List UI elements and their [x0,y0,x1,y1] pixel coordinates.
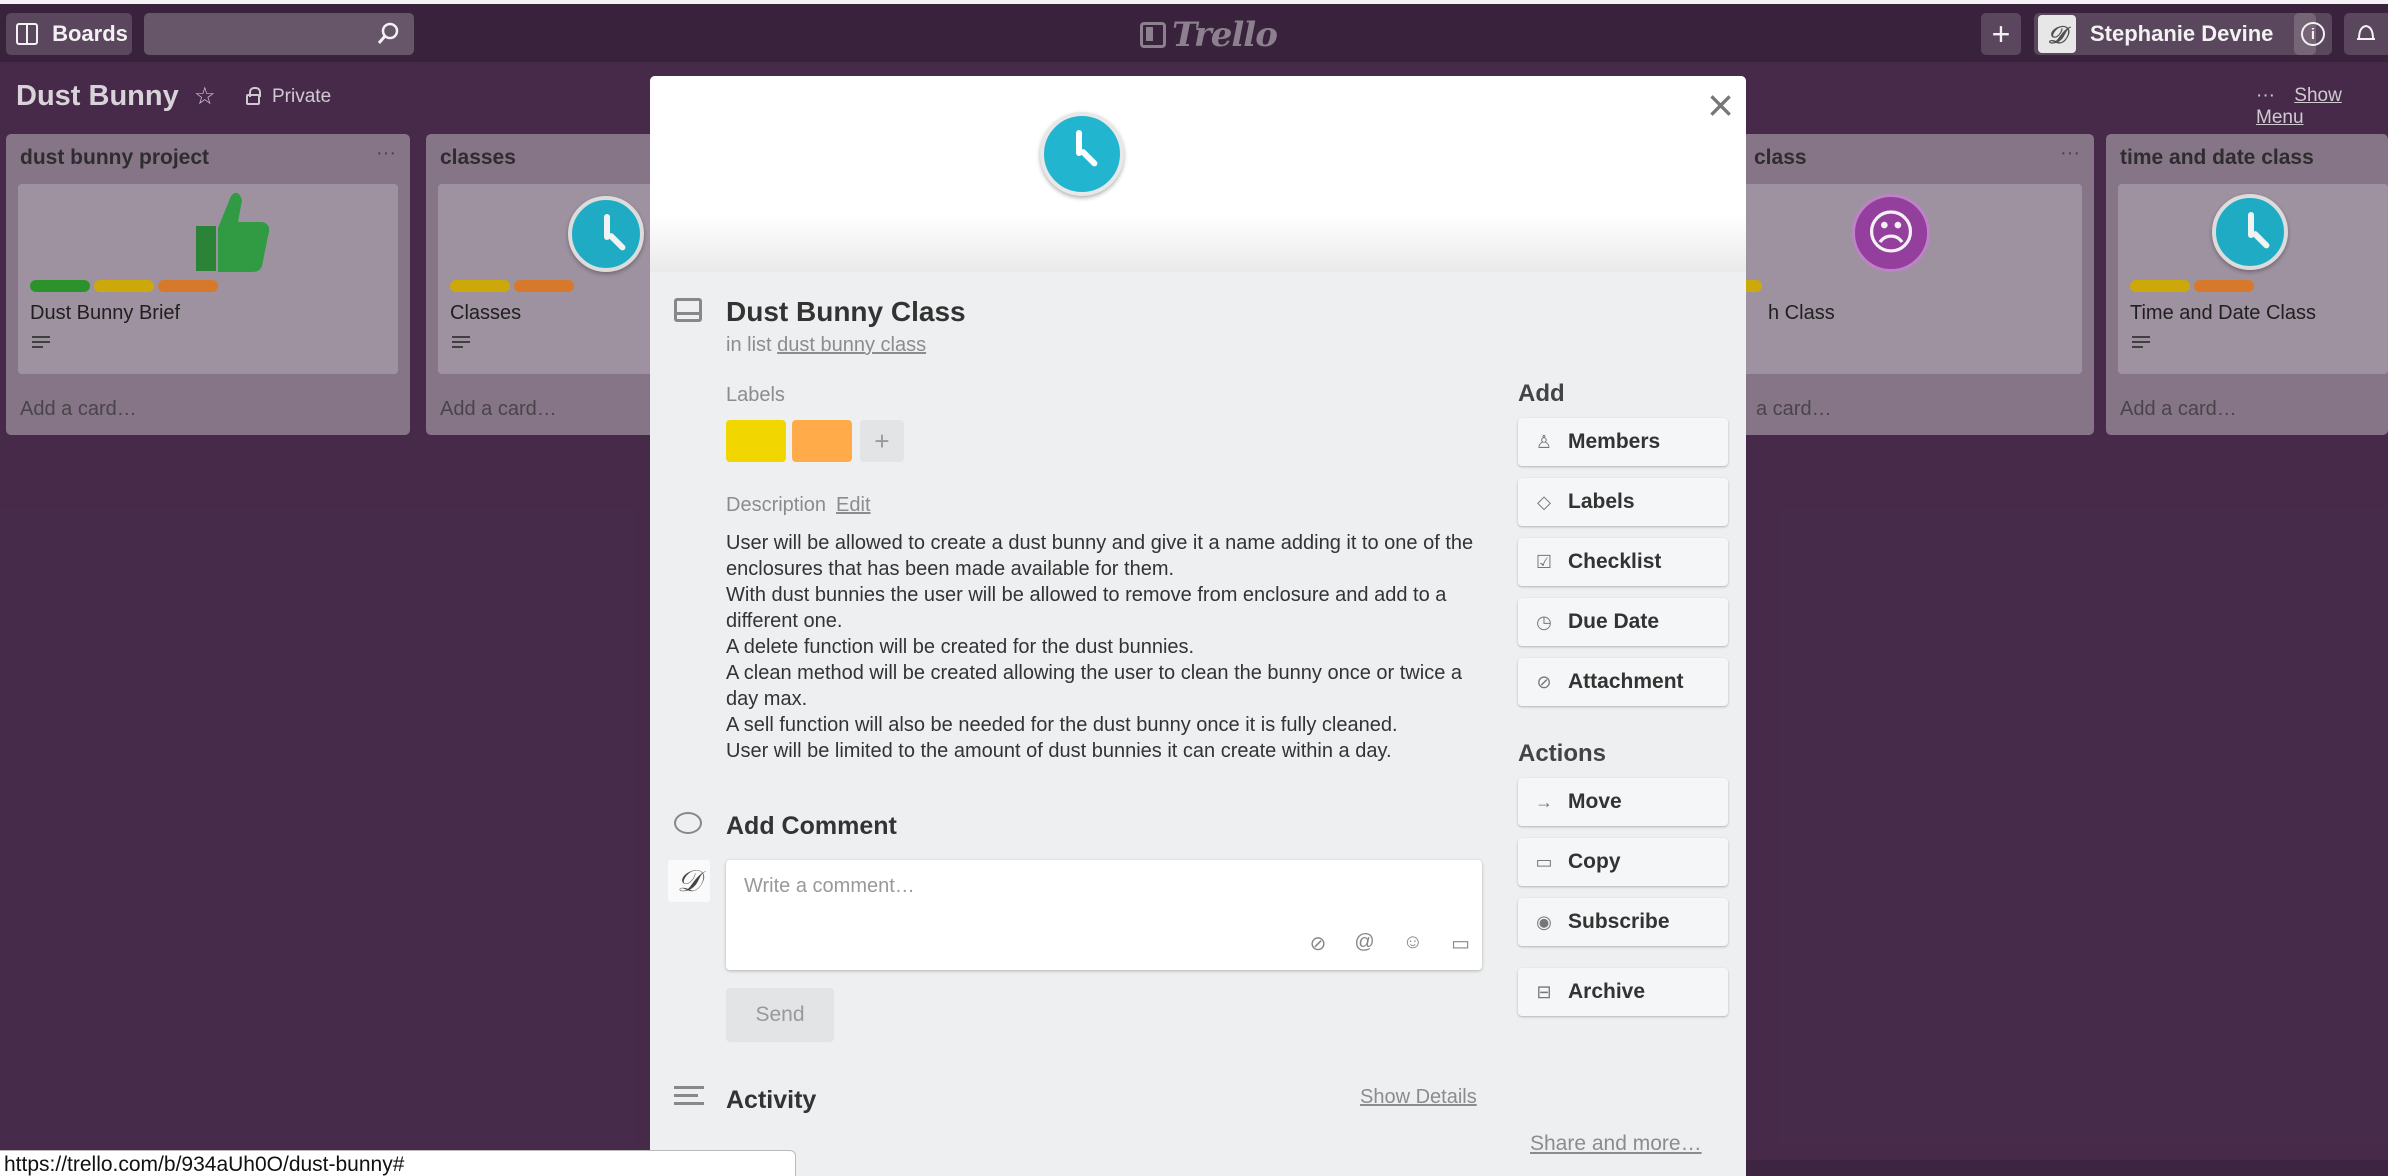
eye-icon: ◉ [1536,911,1552,932]
card-title[interactable]: Dust Bunny Class [726,296,966,328]
arrow-right-icon: → [1535,791,1553,812]
add-label-button[interactable]: + [860,420,904,462]
in-list-link[interactable]: dust bunny class [777,334,926,356]
comment-tools: ⊘ @ ☺ ▭ [1310,931,1470,956]
activity-heading: Activity [726,1086,817,1114]
avatar: 𝒟 [668,860,710,902]
checklist-button[interactable]: ☑ Checklist [1518,538,1728,586]
comment-box: ⊘ @ ☺ ▭ [726,860,1482,970]
label-yellow[interactable] [726,420,786,462]
copy-button[interactable]: ▭ Copy [1518,838,1728,886]
archive-label: Archive [1568,980,1646,1003]
close-icon[interactable]: × [1707,82,1734,128]
status-bar-url: https://trello.com/b/934aUh0O/dust-bunny… [0,1150,796,1176]
description-line: With dust bunnies the user will be allow… [726,584,1447,632]
card-icon [674,298,702,322]
share-and-more-link[interactable]: Share and more… [1530,1132,1702,1156]
members-button[interactable]: ♙ Members [1518,418,1728,466]
comment-input[interactable] [742,874,1442,899]
checklist-icon: ☑ [1535,551,1553,572]
show-details-link[interactable]: Show Details [1360,1086,1477,1109]
attachment-label: Attachment [1568,670,1684,693]
labels-heading: Labels [726,384,785,406]
archive-icon: ⊟ [1536,981,1552,1002]
paperclip-icon: ⊘ [1536,671,1552,692]
clock-icon: ◷ [1536,611,1552,632]
archive-button[interactable]: ⊟ Archive [1518,968,1728,1016]
emoji-icon[interactable]: ☺ [1403,931,1423,956]
comment-icon [674,812,702,834]
attachment-button[interactable]: ⊘ Attachment [1518,658,1728,706]
checklist-label: Checklist [1568,550,1662,573]
description-line: A sell function will also be needed for … [726,714,1398,736]
description-label: Description [726,494,827,516]
description-line: User will be limited to the amount of du… [726,740,1392,762]
actions-heading: Actions [1518,740,1607,767]
due-date-label: Due Date [1568,610,1660,633]
mention-icon[interactable]: @ [1354,931,1374,956]
edit-description-link[interactable]: Edit [836,494,870,516]
subscribe-label: Subscribe [1568,910,1670,933]
labels-button[interactable]: ◇ Labels [1518,478,1728,526]
in-list-prefix: in list [726,334,772,356]
horizontal-scrollbar[interactable] [1746,1160,2388,1176]
activity-icon [674,1086,704,1108]
description-line: A delete function will be created for th… [726,636,1195,658]
person-icon: ♙ [1535,431,1553,452]
in-list-text: in list dust bunny class [726,334,926,357]
members-label: Members [1568,430,1661,453]
description-line: User will be allowed to create a dust bu… [726,532,1474,580]
description-text[interactable]: User will be allowed to create a dust bu… [726,530,1486,764]
clock-icon [1040,112,1124,196]
copy-label: Copy [1568,850,1621,873]
move-label: Move [1568,790,1622,813]
subscribe-button[interactable]: ◉ Subscribe [1518,898,1728,946]
add-comment-heading: Add Comment [726,812,897,840]
card-cover-image [650,76,1746,272]
move-button[interactable]: → Move [1518,778,1728,826]
due-date-button[interactable]: ◷ Due Date [1518,598,1728,646]
label-orange[interactable] [792,420,852,462]
description-heading: Description Edit [726,494,871,517]
description-line: A clean method will be created allowing … [726,662,1462,710]
labels-label: Labels [1568,490,1635,513]
send-button[interactable]: Send [726,988,834,1042]
card-detail-modal: × Dust Bunny Class in list dust bunny cl… [650,76,1746,1176]
tag-icon: ◇ [1537,491,1551,512]
copy-icon: ▭ [1535,851,1553,872]
card-link-icon[interactable]: ▭ [1451,931,1470,956]
attachment-icon[interactable]: ⊘ [1310,931,1327,956]
add-heading: Add [1518,380,1565,407]
